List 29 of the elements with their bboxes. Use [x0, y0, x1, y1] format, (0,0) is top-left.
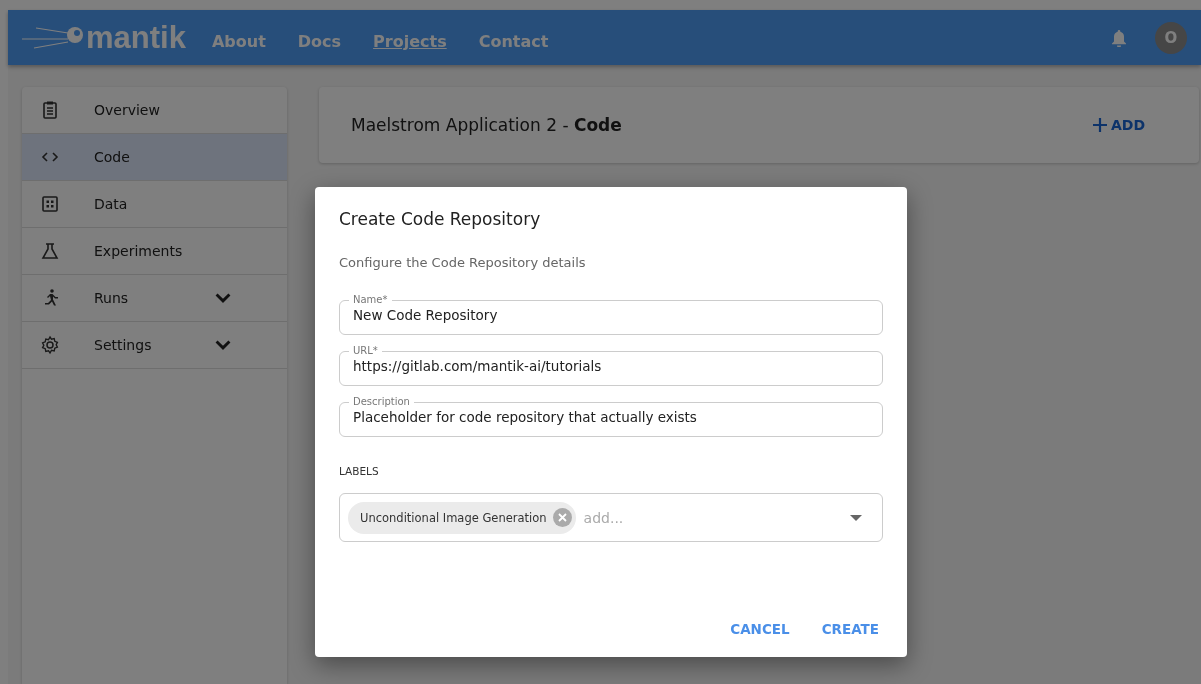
- page-title: Maelstrom Application 2 - Code: [351, 115, 623, 135]
- dropdown-caret-icon[interactable]: [850, 514, 862, 521]
- nav-link[interactable]: Docs: [297, 24, 342, 51]
- text-field[interactable]: URL* https://gitlab.com/mantik-ai/tutorials: [339, 345, 883, 386]
- labels-field[interactable]: Unconditional Image Generation add...: [339, 493, 883, 542]
- settings-icon: [40, 335, 60, 355]
- text-field[interactable]: Description Placeholder for code repository that actually exists: [339, 396, 883, 437]
- grid-icon: [40, 194, 60, 214]
- logo-text[interactable]: mantik: [86, 19, 186, 56]
- sidebar-item[interactable]: Data: [22, 181, 287, 228]
- nav-link[interactable]: About: [211, 24, 266, 51]
- dialog-button[interactable]: CANCEL: [726, 615, 794, 643]
- plus-icon: [1091, 117, 1108, 133]
- dialog-title: Create Code Repository: [339, 209, 542, 229]
- dialog-subtitle: Configure the Code Repository details: [339, 255, 586, 270]
- sidebar-item[interactable]: Settings: [22, 322, 287, 369]
- nav-link[interactable]: Projects: [373, 24, 447, 51]
- sidebar-item[interactable]: Code: [22, 134, 287, 181]
- clipboard-icon: [40, 100, 60, 120]
- add-button[interactable]: ADD: [1085, 116, 1151, 134]
- labels-placeholder: add...: [583, 509, 625, 526]
- dialog-button[interactable]: CREATE: [817, 615, 883, 643]
- sidebar-item[interactable]: Runs: [22, 275, 287, 322]
- sidebar-item[interactable]: Experiments: [22, 228, 287, 275]
- labels-heading: LABELS: [339, 465, 379, 477]
- text-field[interactable]: Name* New Code Repository: [339, 294, 883, 335]
- flask-icon: [40, 241, 60, 261]
- nav-link[interactable]: Contact: [478, 24, 549, 51]
- chip-label: Unconditional Image Generation: [360, 510, 547, 525]
